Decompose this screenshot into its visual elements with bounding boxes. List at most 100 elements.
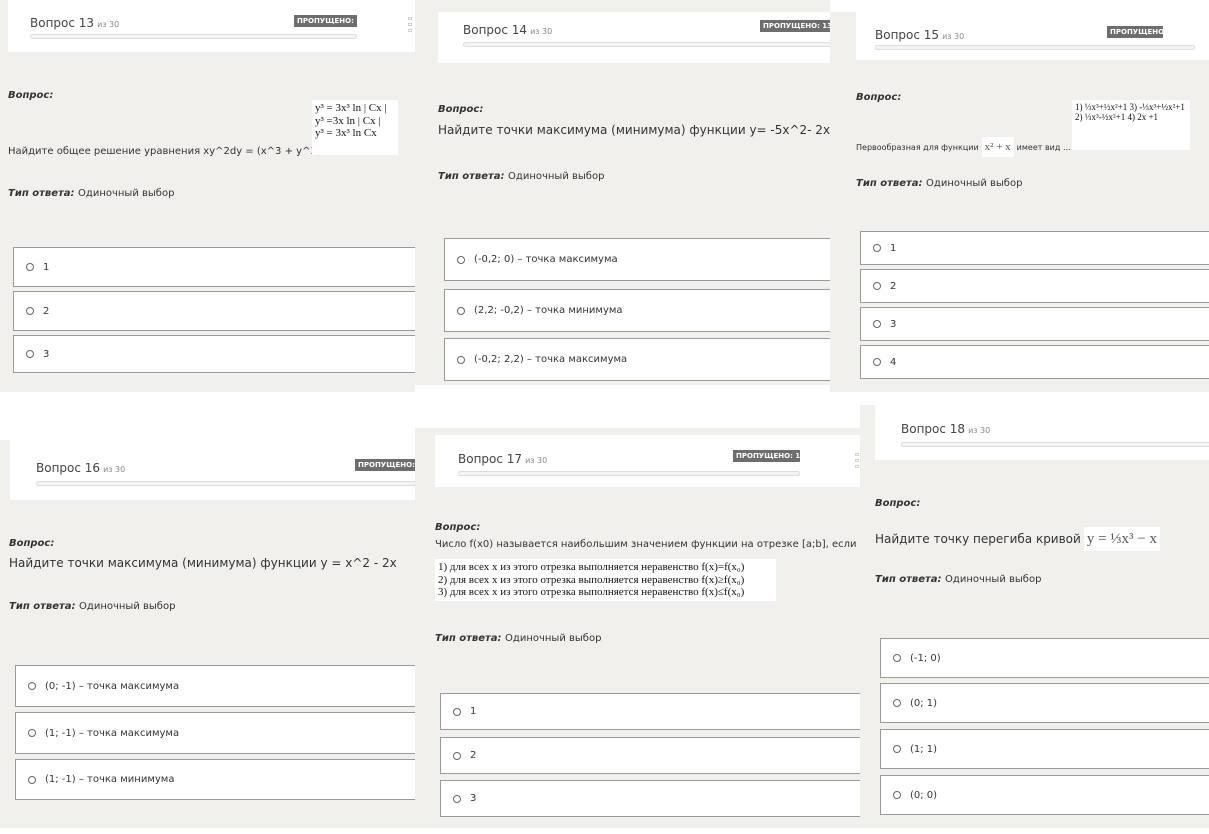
question-panel-17: Вопрос 17 из 30 ПРОПУЩЕНО: 16 ▫ ▫ ▫ Вопрос: Чис… — [415, 428, 860, 828]
radio-button-icon[interactable] — [26, 350, 34, 358]
progress-bar — [30, 34, 357, 39]
question-text-suffix: имеет вид ... — [1016, 143, 1071, 152]
question-total: из 30 — [97, 20, 120, 29]
formula-image: 1) ⅓x³+½x²+1 3) -⅓x³+½x²+1 2) ⅓x³-½x²+1 4… — [1072, 100, 1190, 150]
answer-option[interactable]: 2 — [860, 269, 1209, 303]
answer-type-value: Одиночный выбор — [508, 171, 605, 182]
question-panel-18: Вопрос 18 из 30 Вопрос: Найдите точку перег… — [860, 405, 1209, 828]
question-number: Вопрос 13 из 30 — [30, 16, 119, 30]
question-number-text: Вопрос 16 — [36, 461, 101, 475]
question-text-main: Найдите точку перегиба кривой — [875, 532, 1081, 546]
answer-option-label: (0; 1) — [910, 697, 938, 709]
radio-button-icon[interactable] — [453, 751, 461, 760]
formula-line: 1) для всех x из этого отрезка выполняет… — [438, 561, 745, 573]
skipped-badge: ПРОПУЩЕНО: 12 — [294, 15, 357, 27]
answer-option-label: 4 — [890, 356, 897, 368]
radio-button-icon[interactable] — [453, 794, 461, 803]
question-label: Вопрос: — [856, 92, 902, 103]
formula-line: 3) для всех x из этого отрезка выполняет… — [438, 586, 745, 599]
radio-button-icon[interactable] — [28, 775, 36, 784]
answer-option[interactable]: (-1; 0) — [880, 638, 1209, 678]
radio-button-icon[interactable] — [873, 358, 881, 366]
question-text: Первообразная для функции x² + x имеет вид… — [856, 137, 1071, 157]
answer-option[interactable]: 2 — [13, 291, 415, 331]
answer-type: Тип ответа: Одиночный выбор — [875, 574, 1041, 585]
answer-option[interactable]: 3 — [13, 335, 415, 373]
question-text: Найдите общее решение уравнения xy^2dy =… — [8, 146, 333, 157]
question-formula: x² + x — [981, 137, 1014, 157]
answer-type-label: Тип ответа: — [875, 574, 946, 585]
radio-button-icon[interactable] — [873, 282, 881, 290]
formula-line: 2) для всех x из этого отрезка выполняет… — [438, 573, 745, 586]
radio-button-icon[interactable] — [453, 707, 461, 716]
radio-button-icon[interactable] — [26, 263, 34, 271]
answer-option-label: 3 — [43, 348, 50, 360]
skipped-badge: ПРОПУЩЕНО: 14 — [1107, 26, 1163, 38]
radio-button-icon[interactable] — [26, 307, 34, 315]
answer-type-label: Тип ответа: — [438, 171, 509, 182]
question-number-text: Вопрос 13 — [30, 16, 95, 30]
answer-option[interactable]: 3 — [440, 780, 860, 817]
radio-button-icon[interactable] — [893, 654, 901, 662]
answer-option[interactable]: 3 — [860, 307, 1209, 341]
question-text-main: Число f(x0) называется наибольшим значен… — [435, 539, 860, 550]
formula-line: 1) ⅓x³+½x²+1 3) -⅓x³+½x²+1 — [1075, 102, 1185, 112]
question-label: Вопрос: — [8, 90, 54, 101]
radio-button-icon[interactable] — [28, 682, 36, 690]
radio-button-icon[interactable] — [893, 791, 901, 799]
question-text-main: Найдите точки максимума (минимума) функц… — [9, 556, 397, 570]
vertical-dots-icon[interactable]: ▫ ▫ ▫ — [408, 16, 413, 34]
formula-line: 2) ⅓x³-½x²+1 4) 2x +1 — [1075, 112, 1159, 123]
answer-type: Тип ответа: Одиночный выбор — [856, 178, 1022, 189]
radio-button-icon[interactable] — [873, 320, 881, 328]
answer-option-label: 3 — [890, 318, 897, 330]
radio-button-icon[interactable] — [457, 306, 465, 315]
answer-option-label: 1 — [43, 261, 50, 273]
answer-type-value: Одиночный выбор — [79, 601, 176, 612]
answer-type-value: Одиночный выбор — [926, 178, 1023, 189]
answer-option[interactable]: (-0,2; 0) – точка максимума — [444, 238, 830, 281]
answer-type-value: Одиночный выбор — [505, 633, 602, 644]
answer-option[interactable]: 1 — [440, 693, 860, 730]
answer-option[interactable]: (1; 1) — [880, 729, 1209, 769]
question-panel-16: Вопрос 16из 30 ПРОПУЩЕНО: 15 Вопрос: Найдит… — [0, 440, 415, 828]
answer-option-label: (1; -1) – точка максимума — [45, 727, 180, 739]
radio-button-icon[interactable] — [893, 745, 901, 753]
answer-option-label: 3 — [470, 793, 477, 804]
answer-option[interactable]: (0; 0) — [880, 775, 1209, 815]
radio-button-icon[interactable] — [873, 244, 881, 252]
answer-option[interactable]: (0; 1) — [880, 683, 1209, 723]
radio-button-icon[interactable] — [28, 729, 36, 737]
answer-type-label: Тип ответа: — [8, 188, 79, 199]
answer-option[interactable]: (0; -1) – точка максимума — [15, 665, 415, 707]
skipped-badge: ПРОПУЩЕНО: 15 — [355, 459, 415, 471]
answer-option[interactable]: 1 — [13, 247, 415, 287]
question-label: Вопрос: — [9, 538, 55, 549]
answer-type: Тип ответа: Одиночный выбор — [438, 171, 604, 182]
radio-button-icon[interactable] — [457, 355, 465, 364]
radio-button-icon[interactable] — [457, 255, 465, 264]
question-total: из 30 — [968, 426, 991, 435]
answer-option[interactable]: (2,2; -0,2) – точка минимума — [444, 289, 830, 332]
question-text: Найдите точку перегиба кривой y = ⅓x³ − x — [875, 527, 1163, 551]
formula-image: y³ = 3x³ ln | Cx | y³ =3x ln | Cx | y³ = 3… — [312, 100, 398, 155]
answer-option-label: (1; -1) – точка минимума — [45, 774, 175, 785]
answer-option[interactable]: 2 — [440, 737, 860, 774]
skipped-badge: ПРОПУЩЕНО: 16 — [733, 450, 800, 462]
formula-line: y³ = 3x³ ln | Cx | — [315, 102, 387, 114]
answer-option[interactable]: 1 — [860, 231, 1209, 265]
answer-type-label: Тип ответа: — [9, 601, 80, 612]
answer-option[interactable]: (1; -1) – точка минимума — [15, 759, 415, 800]
answer-option[interactable]: (-0,2; 2,2) – точка максимума — [444, 338, 830, 381]
progress-bar — [36, 481, 415, 486]
question-panel-15: Вопрос 15из 30 ПРОПУЩЕНО: 14 Вопрос: Первоо… — [830, 12, 1209, 392]
question-total: из 30 — [942, 32, 965, 41]
answer-option-label: (-1; 0) — [910, 652, 941, 664]
answer-option-label: (1; 1) — [910, 743, 938, 755]
answer-type: Тип ответа: Одиночный выбор — [435, 633, 601, 644]
answer-type: Тип ответа: Одиночный выбор — [9, 601, 175, 612]
radio-button-icon[interactable] — [893, 699, 901, 707]
question-text: Найдите точки максимума (минимума) функц… — [438, 123, 830, 137]
answer-option[interactable]: (1; -1) – точка максимума — [15, 712, 415, 754]
answer-option[interactable]: 4 — [860, 345, 1209, 379]
